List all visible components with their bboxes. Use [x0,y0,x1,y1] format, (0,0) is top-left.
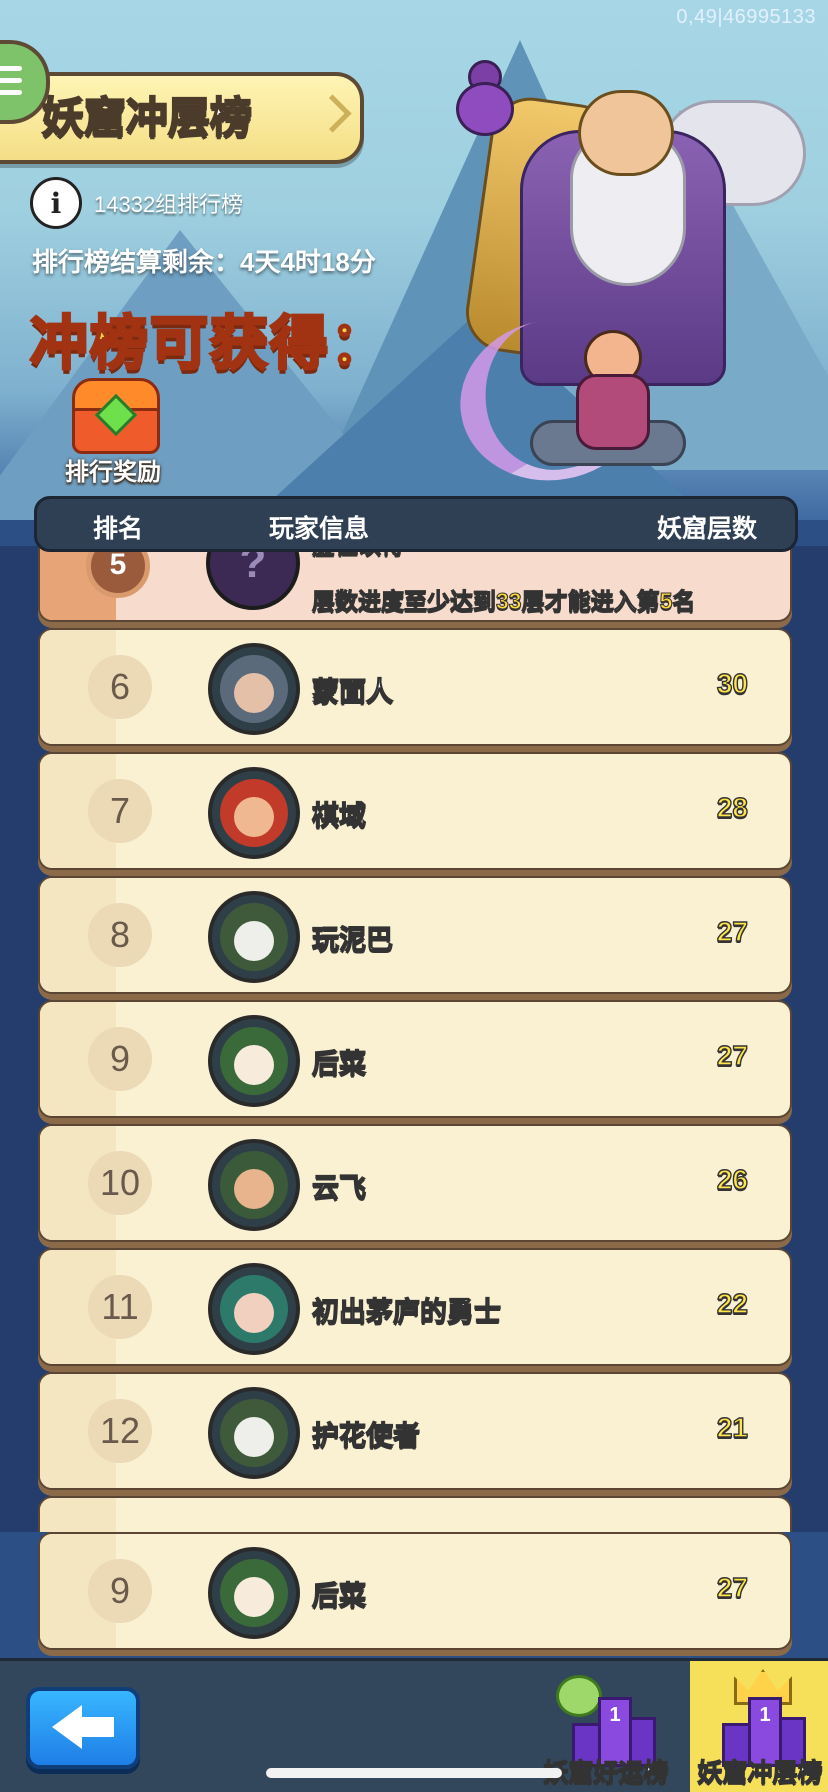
leaderboard-row[interactable]: 7 棋域 28 [38,752,792,870]
rank-number: 9 [88,1027,152,1091]
rewards-heading: 冲榜可获得： [28,310,391,378]
sage-character-illustration [447,60,806,495]
leaderboard-row[interactable]: 11 初出茅庐的勇士 22 [38,1248,792,1366]
mystery-avatar-icon: ? [206,546,300,610]
group-label: 14332组排行榜 [94,192,244,217]
treasure-chest-icon [72,378,160,454]
rank-number: 9 [88,1559,152,1623]
floor-count: 28 [716,791,749,823]
home-indicator[interactable] [266,1768,562,1778]
floor-count: 22 [716,1287,749,1319]
floor-count: 30 [716,667,749,699]
back-button[interactable] [26,1687,140,1769]
leaderboard-row[interactable]: 6 蒙面人 30 [38,628,792,746]
player-avatar[interactable] [208,1387,300,1479]
podium-icon: 1 [572,1697,656,1767]
player-name: 玩泥巴 [311,924,393,955]
app-root: 0,49|46995133 妖窟冲层榜 i 14332组排行榜 排行榜结算剩余：… [0,0,828,1792]
rank-number: 10 [88,1151,152,1215]
rank-number: 7 [88,779,152,843]
rank-reward-label: 排行奖励 [65,459,161,486]
leaderboard-list[interactable]: 5 ? 虚位以待 层数进度至少达到33层才能进入第5名 6 蒙面人 30 7 棋… [0,546,828,1532]
player-name: 初出茅庐的勇士 [311,1296,501,1327]
floor-count: 27 [716,915,749,947]
leaderboard-row[interactable]: 12 护花使者 21 [38,1372,792,1490]
tab-climb-ranking[interactable]: 1 妖窟冲层榜 [690,1661,828,1792]
rank-number: 6 [88,655,152,719]
leaderboard-row[interactable]: 9 后菜 27 [38,1000,792,1118]
rank-number: 11 [88,1275,152,1339]
tab-label: 妖窟冲层榜 [697,1758,823,1787]
back-arrow-icon [52,1705,114,1749]
leaderboard-row-partial[interactable] [38,1496,792,1532]
player-name: 后菜 [311,1580,366,1611]
rank-number: 8 [88,903,152,967]
column-header-rank: 排名 [93,515,144,543]
column-header-player: 玩家信息 [269,515,370,543]
info-icon[interactable]: i [30,177,82,229]
floor-count: 27 [716,1039,749,1071]
podium-icon: 1 [722,1697,806,1767]
player-avatar[interactable] [208,643,300,735]
player-name: 棋域 [311,800,366,831]
placeholder-row: 5 ? 虚位以待 层数进度至少达到33层才能进入第5名 [38,546,792,622]
leaderboard-header: 排名 玩家信息 妖窟层数 [34,496,798,552]
player-avatar[interactable] [208,1015,300,1107]
group-info-row: i 14332组排行榜 [30,177,244,229]
rank-reward-button[interactable]: 排行奖励 [58,378,168,487]
page-title: 妖窟冲层榜 [41,93,253,142]
player-name: 蒙面人 [311,676,393,707]
player-avatar[interactable] [208,1263,300,1355]
player-name: 后菜 [311,1048,366,1079]
leaderboard-row[interactable]: 8 玩泥巴 27 [38,876,792,994]
leaderboard-row[interactable]: 10 云飞 26 [38,1124,792,1242]
my-rank-row[interactable]: 9 后菜 27 [38,1532,792,1650]
floor-count: 26 [716,1163,749,1195]
player-avatar[interactable] [208,1547,300,1639]
floor-count: 21 [716,1411,749,1443]
player-avatar[interactable] [208,891,300,983]
column-header-floors: 妖窟层数 [656,515,757,543]
floor-count: 27 [716,1571,749,1603]
settlement-countdown: 排行榜结算剩余：4天4时18分 [32,247,376,277]
placeholder-hint: 层数进度至少达到33层才能进入第5名 [312,588,696,615]
boy-character-illustration [570,290,650,450]
player-avatar[interactable] [208,1139,300,1231]
version-label: 0,49|46995133 [676,6,816,28]
rank-number: 12 [88,1399,152,1463]
player-name: 护花使者 [311,1420,420,1451]
player-avatar[interactable] [208,767,300,859]
gourd-icon [456,60,514,136]
hero-banner: 0,49|46995133 妖窟冲层榜 i 14332组排行榜 排行榜结算剩余：… [0,0,828,520]
player-name: 云飞 [311,1172,366,1203]
